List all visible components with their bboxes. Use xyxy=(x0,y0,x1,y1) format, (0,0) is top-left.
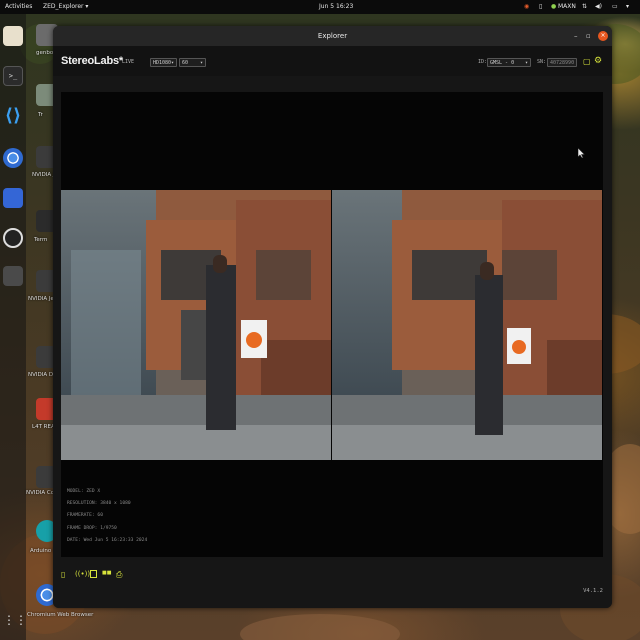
zed-explorer-icon[interactable] xyxy=(3,266,23,286)
desktop-icon-label: Tr xyxy=(38,112,43,118)
network-icon[interactable]: ⇅ xyxy=(582,0,587,14)
top-bar: Activities ZED_Explorer ▾ Jun 5 16:23 ◉ … xyxy=(0,0,640,14)
desktop-icon-label: Term xyxy=(34,237,48,243)
terminal-icon[interactable]: >_ xyxy=(3,66,23,86)
bottom-toolbar: ▯ ((•)) ■■ ⎙ V4.1.2 xyxy=(53,558,612,608)
resolution-select[interactable]: HD1080 ▾ xyxy=(150,58,177,67)
record-file-icon[interactable]: ▯ xyxy=(61,570,71,580)
version-label: V4.1.2 xyxy=(583,588,603,594)
sn-label: SN: xyxy=(537,59,547,65)
app-grid-tool-icon[interactable] xyxy=(3,188,23,208)
system-menu-icon[interactable]: ▾ xyxy=(626,0,629,14)
obs-icon[interactable] xyxy=(3,228,23,248)
window-title: Explorer xyxy=(317,32,348,40)
battery-icon[interactable]: ▭ xyxy=(612,0,618,14)
camera-snapshot-icon[interactable]: ⎙ xyxy=(116,570,126,580)
desktop-icon-label: Chromium Web Browser xyxy=(27,612,94,618)
chevron-down-icon: ▾ xyxy=(199,60,203,66)
info-model: MODEL: ZED X xyxy=(67,489,101,494)
serial-number-field[interactable]: 40728990 xyxy=(547,58,577,67)
chevron-down-icon: ▾ xyxy=(524,60,528,66)
chromium-icon[interactable] xyxy=(3,148,23,168)
stereolabs-logo: StereoLabs* xyxy=(61,55,123,67)
activities-button[interactable]: Activities xyxy=(5,0,32,14)
vscode-icon[interactable]: ⟨⟩ xyxy=(3,106,23,126)
close-button[interactable]: × xyxy=(598,31,608,41)
info-frame-drop: FRAME DROP: 1/9750 xyxy=(67,525,117,531)
camera-info-panel: MODEL: ZED X RESOLUTION: 3840 x 1080 FRA… xyxy=(67,486,147,547)
svo-icon[interactable] xyxy=(90,570,97,578)
video-viewport: MODEL: ZED X RESOLUTION: 3840 x 1080 FRA… xyxy=(61,92,603,557)
refresh-camera-icon[interactable]: ▢ xyxy=(583,57,591,66)
explorer-window: Explorer – ▫ × StereoLabs* LIVE HD1080 ▾ … xyxy=(53,26,612,608)
minimize-button[interactable]: – xyxy=(574,31,578,41)
info-framerate: FRAMERATE: 60 xyxy=(67,513,103,519)
id-label: ID: xyxy=(478,59,488,65)
volume-icon[interactable]: ◀) xyxy=(595,0,602,14)
camera-id-value: GMSL - 0 xyxy=(490,60,515,66)
gear-icon[interactable]: ⚙ xyxy=(594,56,602,66)
show-apps-icon[interactable]: ⋮⋮ xyxy=(3,610,27,630)
live-label: LIVE xyxy=(122,59,135,65)
fps-select[interactable]: 60 ▾ xyxy=(179,58,206,67)
power-mode-label[interactable]: MAXN xyxy=(558,0,576,14)
mouse-cursor-icon xyxy=(578,148,585,158)
info-resolution: RESOLUTION: 3840 x 1080 xyxy=(67,501,131,507)
left-camera-image xyxy=(61,190,331,460)
clock[interactable]: Jun 5 16:23 xyxy=(319,0,353,14)
stream-icon[interactable]: ((•)) xyxy=(75,570,90,580)
camera-id-select[interactable]: GMSL - 0 ▾ xyxy=(487,58,531,67)
resolution-value: HD1080 xyxy=(153,60,172,66)
info-date: DATE: Wed Jun 5 16:23:33 2024 xyxy=(67,537,148,543)
screen-icon[interactable]: ▯ xyxy=(539,0,542,14)
record-icon[interactable]: ◉ xyxy=(524,0,529,14)
nvidia-status-icon[interactable]: ● xyxy=(551,0,556,14)
video-mode-icon[interactable]: ■■ xyxy=(102,570,112,580)
app-toolbar: StereoLabs* LIVE HD1080 ▾ 60 ▾ ID: GMSL - … xyxy=(53,46,612,76)
chevron-down-icon: ▾ xyxy=(170,60,174,66)
files-icon[interactable] xyxy=(3,26,23,46)
app-menu[interactable]: ZED_Explorer ▾ xyxy=(43,0,88,14)
window-titlebar[interactable]: Explorer – ▫ × xyxy=(53,26,612,46)
right-camera-image xyxy=(332,190,602,460)
dock: >_ ⟨⟩ ⋮⋮ xyxy=(0,14,27,640)
fps-value: 60 xyxy=(182,60,189,66)
maximize-button[interactable]: ▫ xyxy=(586,31,591,41)
